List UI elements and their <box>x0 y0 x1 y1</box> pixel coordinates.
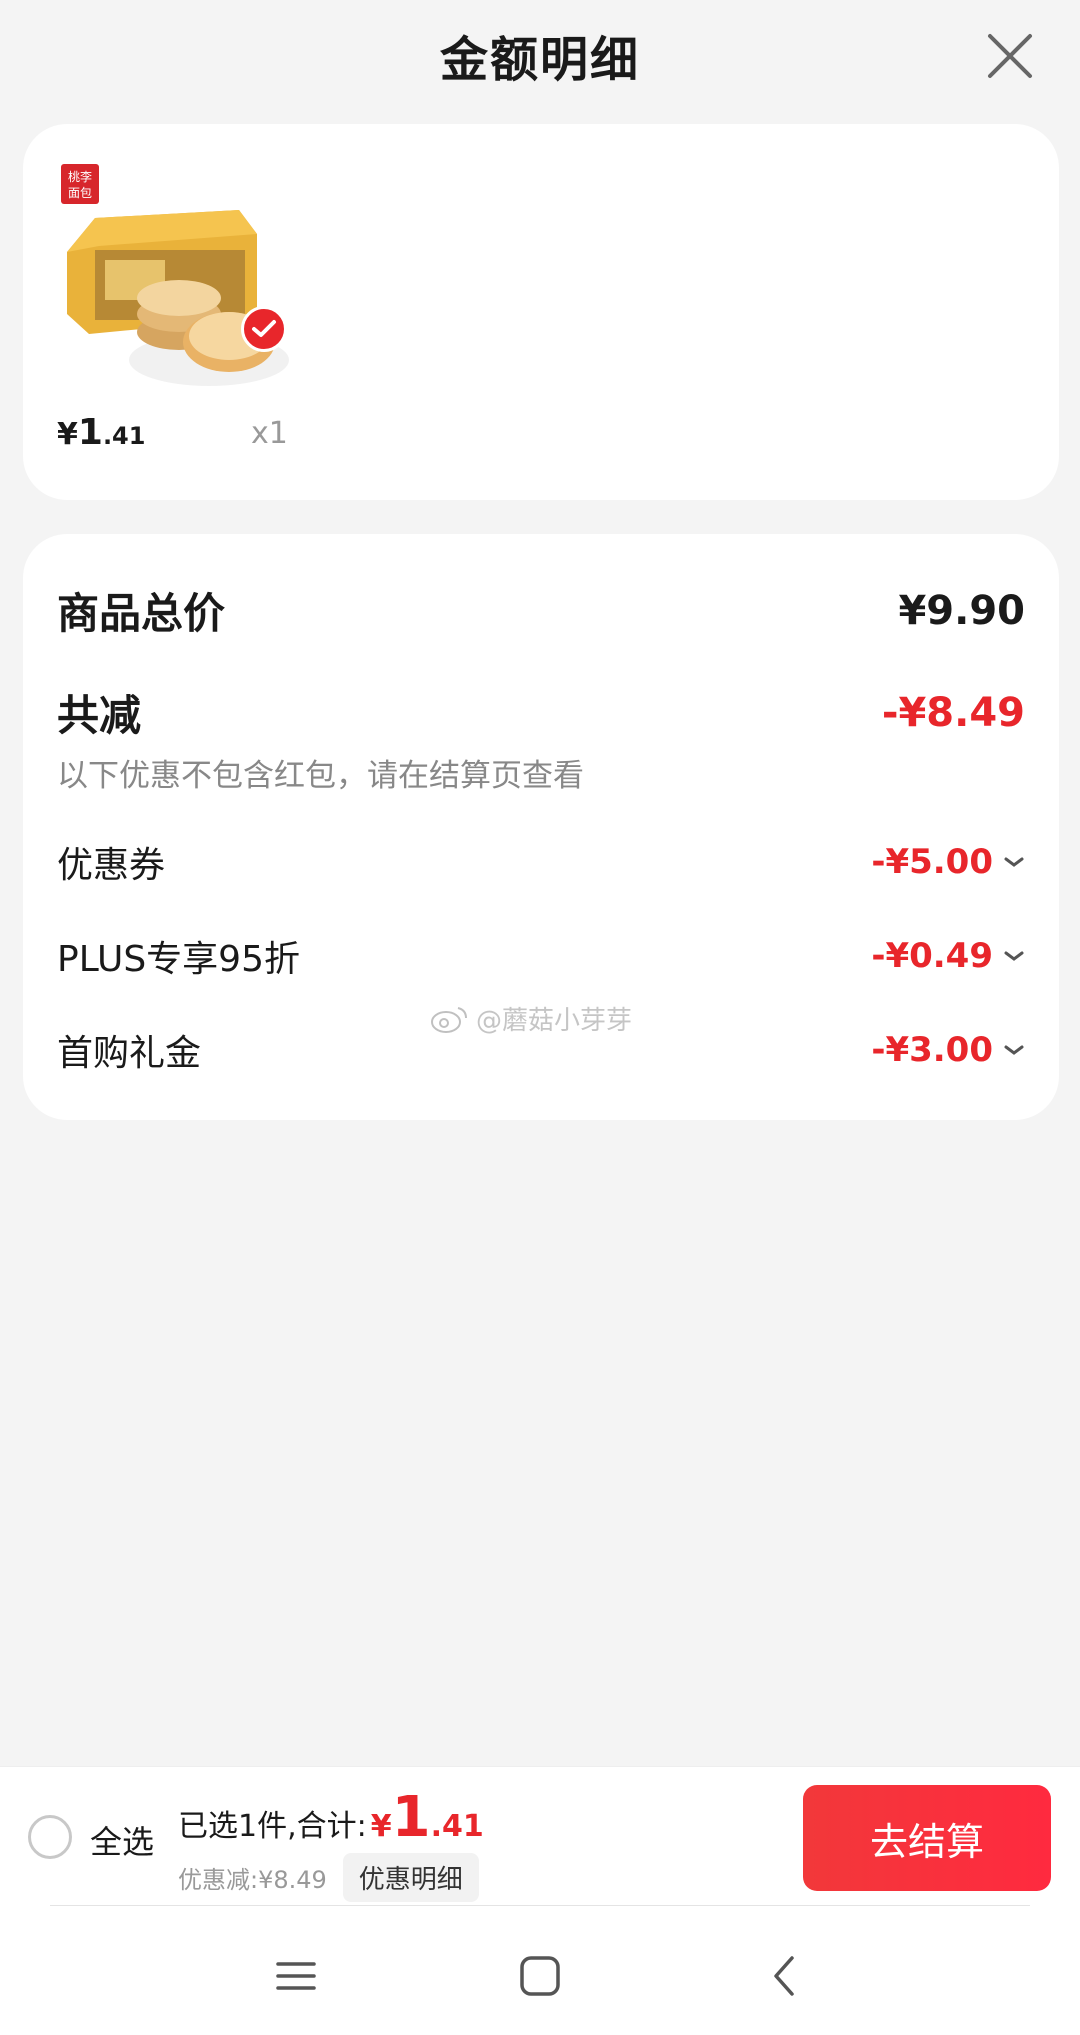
menu-icon[interactable] <box>266 1946 326 2006</box>
watermark-text: @蘑菇小芽芽 <box>476 1006 633 1036</box>
product-price: ¥1.41 <box>57 412 146 453</box>
product-badge-line1: 桃李 <box>68 169 92 184</box>
total-currency: ¥ <box>370 1809 392 1844</box>
selected-total: 已选1件,合计: ¥ 1 .41 <box>178 1785 484 1850</box>
total-price-label: 商品总价 <box>57 589 226 638</box>
discount-item-row[interactable]: PLUS专享95折 -¥0.49 <box>57 930 1025 982</box>
checkout-button[interactable]: 去结算 <box>803 1785 1051 1891</box>
reduction-label: 共减 <box>57 691 142 740</box>
home-icon[interactable] <box>510 1946 570 2006</box>
discount-item-label: 优惠券 <box>57 845 166 886</box>
weibo-icon <box>431 1006 467 1033</box>
page-title: 金额明细 <box>439 32 640 88</box>
back-icon[interactable] <box>754 1946 814 2006</box>
discount-item-value[interactable]: -¥3.00 <box>871 1030 1025 1070</box>
bottom-action-bar: 全选 已选1件,合计: ¥ 1 .41 优惠减:¥8.49 优惠明细 去结算 <box>0 1766 1080 1906</box>
close-icon[interactable] <box>984 30 1036 82</box>
product-quantity: x1 <box>251 416 288 451</box>
chevron-down-icon <box>1004 857 1024 867</box>
total-price-value: ¥9.90 <box>898 587 1025 634</box>
reduction-note: 以下优惠不包含红包，请在结算页查看 <box>57 758 584 794</box>
product-image[interactable]: 桃李 面包 <box>59 164 299 392</box>
select-all-label[interactable]: 全选 <box>90 1817 154 1863</box>
reduction-note-row: 以下优惠不包含红包，请在结算页查看 <box>57 750 1025 795</box>
total-amount-dec: .41 <box>430 1809 484 1844</box>
discount-item-row[interactable]: 优惠券 -¥5.00 <box>57 836 1025 888</box>
total-amount-int: 1 <box>391 1785 431 1850</box>
discount-item-value[interactable]: -¥5.00 <box>871 842 1025 882</box>
watermark: @蘑菇小芽芽 <box>430 1000 632 1037</box>
discount-amount: 优惠减:¥8.49 <box>178 1866 327 1894</box>
selected-check-icon[interactable] <box>241 306 287 352</box>
discount-detail-button[interactable]: 优惠明细 <box>342 1853 479 1902</box>
discount-item-label: 首购礼金 <box>57 1033 202 1074</box>
total-price-row: 商品总价 ¥9.90 <box>57 580 1025 641</box>
system-nav-bar <box>0 1906 1080 2035</box>
reduction-row: 共减 -¥8.49 <box>57 682 1025 743</box>
discount-item-value[interactable]: -¥0.49 <box>871 936 1025 976</box>
discount-item-label: PLUS专享95折 <box>57 939 300 980</box>
header: 金额明细 <box>0 0 1080 110</box>
discount-line: 优惠减:¥8.49 优惠明细 <box>178 1853 479 1902</box>
product-badge-line2: 面包 <box>68 186 92 200</box>
reduction-value: -¥8.49 <box>881 689 1025 736</box>
selected-total-prefix: 已选1件,合计: <box>178 1809 367 1844</box>
select-all-radio[interactable] <box>28 1815 72 1859</box>
chevron-down-icon <box>1004 1045 1024 1055</box>
chevron-down-icon <box>1004 951 1024 961</box>
product-card: 桃李 面包 ¥1.41 x1 <box>23 124 1059 500</box>
